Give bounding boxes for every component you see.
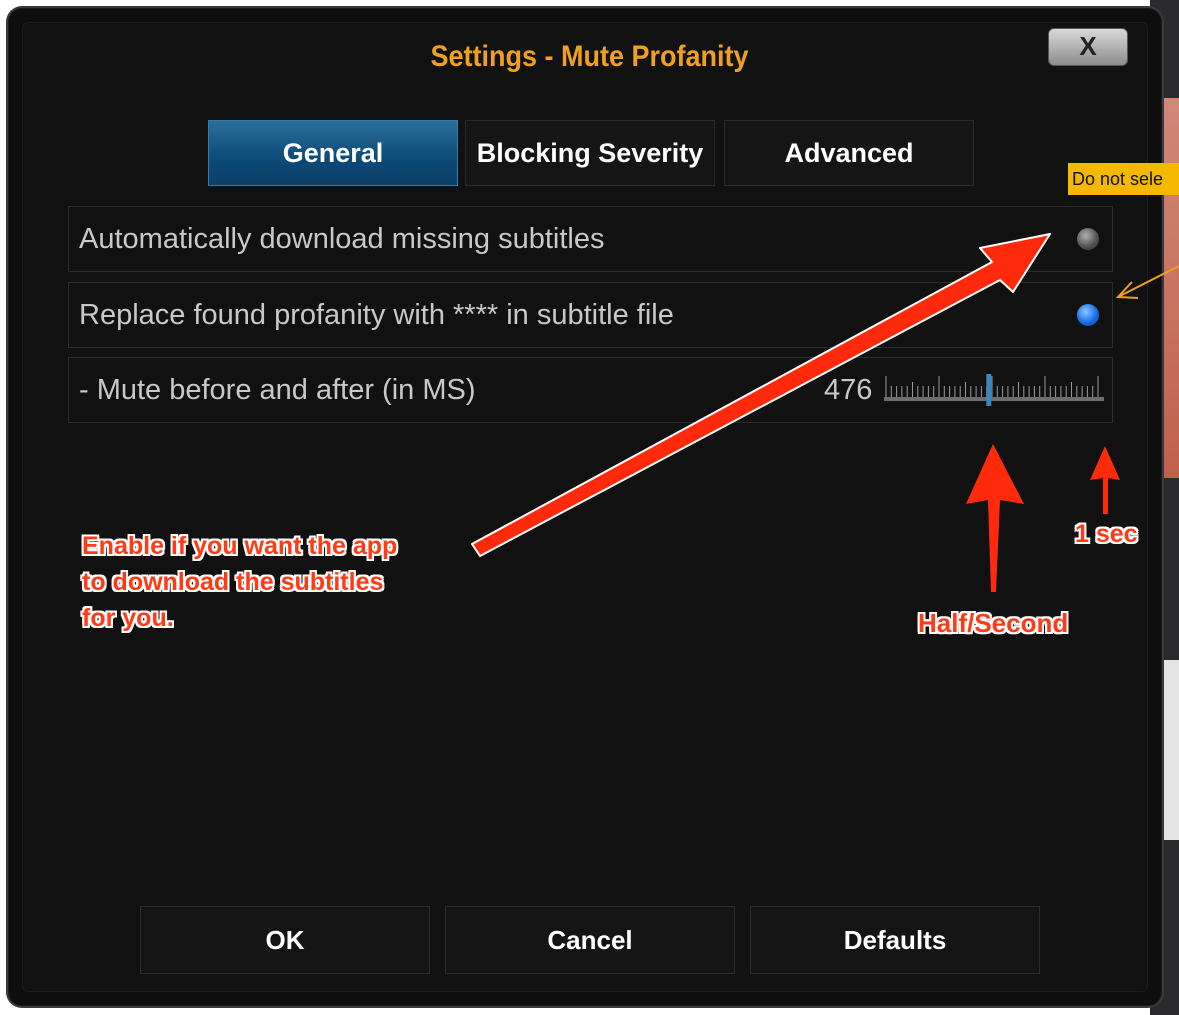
annotation-arrows (471, 233, 1179, 592)
annotation-arrow-sec (1090, 446, 1120, 514)
annotation-line: to download the subtitles (82, 568, 384, 596)
annotation-arrow-main (471, 233, 1051, 557)
annotation-enable-text: Enable if you want the app to download t… (82, 528, 397, 636)
annotation-half-second: Half/Second (918, 608, 1069, 638)
annotation-arrow-half (966, 444, 1024, 592)
annotation-line: Enable if you want the app (82, 532, 398, 560)
annotation-line: for you. (82, 604, 174, 632)
annotation-one-sec: 1 sec (1075, 520, 1138, 548)
annotation-arrow-thin (1119, 265, 1179, 297)
